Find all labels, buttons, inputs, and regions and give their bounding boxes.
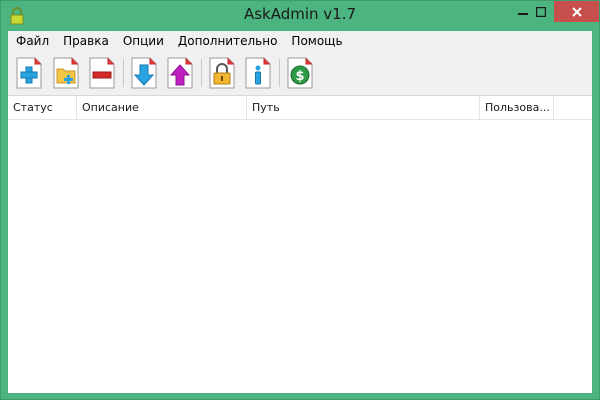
menu-bar: Файл Правка Опции Дополнительно Помощь <box>8 31 592 52</box>
entries-table: Статус Описание Путь Пользова... <box>8 96 592 393</box>
maximize-icon <box>536 6 546 17</box>
maximize-button[interactable] <box>528 1 554 22</box>
table-header: Статус Описание Путь Пользова... <box>8 96 592 120</box>
add-folder-icon[interactable] <box>52 57 80 89</box>
close-icon <box>571 6 582 17</box>
export-up-icon[interactable] <box>166 57 194 89</box>
app-window: AskAdmin v1.7 Файл Правка Опции Дополнит… <box>0 0 600 400</box>
dollar-icon[interactable]: $ <box>286 57 314 89</box>
column-header-description[interactable]: Описание <box>77 96 247 119</box>
close-button[interactable] <box>554 1 599 22</box>
title-bar[interactable]: AskAdmin v1.7 <box>1 1 599 31</box>
info-icon[interactable] <box>244 57 272 89</box>
import-down-icon[interactable] <box>130 57 158 89</box>
toolbar-separator <box>123 59 124 87</box>
toolbar-separator <box>201 59 202 87</box>
column-header-status[interactable]: Статус <box>8 96 77 119</box>
menu-help[interactable]: Помощь <box>285 31 348 52</box>
menu-edit[interactable]: Правка <box>57 31 115 52</box>
table-body[interactable] <box>8 120 592 393</box>
menu-advanced[interactable]: Дополнительно <box>172 31 284 52</box>
svg-text:$: $ <box>295 69 304 84</box>
add-file-icon[interactable] <box>15 57 43 89</box>
toolbar: $ <box>8 52 592 96</box>
remove-icon[interactable] <box>88 57 116 89</box>
menu-file[interactable]: Файл <box>10 31 55 52</box>
lock-icon[interactable] <box>208 57 236 89</box>
toolbar-separator <box>279 59 280 87</box>
menu-options[interactable]: Опции <box>117 31 170 52</box>
column-header-user[interactable]: Пользова... <box>480 96 554 119</box>
client-area: Файл Правка Опции Дополнительно Помощь $… <box>8 31 592 393</box>
minimize-icon <box>518 12 528 15</box>
column-header-path[interactable]: Путь <box>247 96 480 119</box>
